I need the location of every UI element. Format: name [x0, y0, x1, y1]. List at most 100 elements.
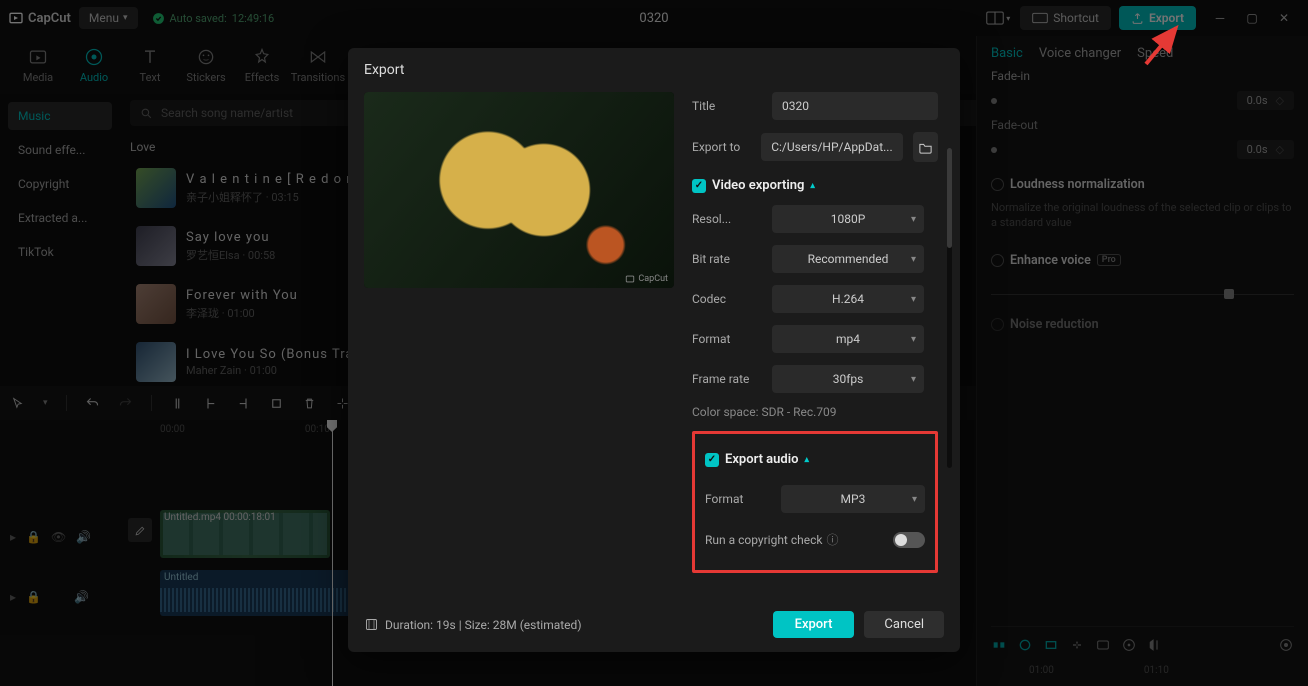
enhance-toggle[interactable]	[991, 254, 1004, 267]
rp-tab-speed[interactable]: Speed	[1137, 46, 1173, 61]
sidebar-item-extracted[interactable]: Extracted a...	[8, 204, 112, 232]
framerate-label: Frame rate	[692, 372, 762, 386]
fade-out-value[interactable]: 0.0s◇	[1237, 140, 1294, 159]
check-circle-icon	[152, 12, 165, 25]
slider-dot[interactable]	[991, 98, 997, 104]
rp-tab-voice[interactable]: Voice changer	[1039, 46, 1121, 61]
audio-format-label: Format	[705, 492, 771, 506]
slider-dot[interactable]	[991, 147, 997, 153]
song-subtitle: 李泽珑 · 01:00	[186, 305, 298, 321]
media-icon	[28, 47, 48, 67]
tool-icon[interactable]	[1043, 637, 1059, 653]
bitrate-select[interactable]: Recommended	[772, 245, 924, 273]
export-audio-section[interactable]: ✓Export audio▴	[705, 452, 925, 467]
browse-folder-button[interactable]	[913, 132, 938, 162]
rp-tab-basic[interactable]: Basic	[991, 46, 1023, 61]
sidebar-item-music[interactable]: Music	[8, 102, 112, 130]
menu-button[interactable]: Menu▾	[79, 7, 138, 29]
export-button[interactable]: Export	[1119, 6, 1196, 30]
video-clip[interactable]: Untitled.mp4 00:00:18:01	[160, 510, 330, 558]
video-export-checkbox[interactable]: ✓	[692, 179, 706, 193]
crop-icon[interactable]	[269, 396, 284, 411]
minimize-button[interactable]: ─	[1204, 4, 1236, 32]
project-title[interactable]: 0320	[639, 11, 668, 26]
enhance-slider[interactable]	[991, 294, 1294, 295]
song-thumbnail	[136, 226, 176, 266]
audio-track-controls: ▸ 🔒 🔊	[10, 590, 89, 604]
codec-label: Codec	[692, 292, 762, 306]
codec-select[interactable]: H.264	[772, 285, 924, 313]
fade-out-label: Fade-out	[991, 118, 1294, 132]
fade-in-value[interactable]: 0.0s◇	[1237, 91, 1294, 110]
modal-title: Export	[348, 48, 960, 92]
format-select[interactable]: mp4	[772, 325, 924, 353]
stickers-icon	[196, 47, 216, 67]
song-subtitle: 亲子小姐释怀了 · 03:15	[186, 189, 375, 205]
pointer-icon[interactable]	[10, 396, 25, 411]
mute-icon[interactable]: 🔊	[74, 590, 89, 604]
bitrate-label: Bit rate	[692, 252, 762, 266]
exportto-path[interactable]: C:/Users/HP/AppDat...	[761, 133, 902, 161]
tool-icon[interactable]	[1069, 637, 1085, 653]
record-icon[interactable]	[1278, 637, 1294, 653]
modal-export-button[interactable]: Export	[773, 611, 855, 638]
audio-format-select[interactable]: MP3	[781, 485, 925, 513]
song-title: Forever with You	[186, 288, 298, 303]
undo-icon[interactable]	[85, 396, 100, 411]
split-icon[interactable]	[170, 396, 185, 411]
video-exporting-section[interactable]: ✓Video exporting▴	[692, 178, 938, 193]
loudness-toggle[interactable]	[991, 178, 1004, 191]
playhead[interactable]	[332, 420, 333, 686]
export-modal: Export CapCut Title0320 Export toC:/User…	[348, 48, 960, 652]
song-title: I Love You So (Bonus Track)	[186, 347, 374, 362]
tab-media[interactable]: Media	[10, 36, 66, 94]
collapse-icon[interactable]: ▸	[10, 530, 16, 544]
info-icon[interactable]: ⓘ	[826, 531, 838, 548]
tool-icon[interactable]	[1095, 637, 1111, 653]
audio-icon	[84, 47, 104, 67]
sidebar-item-tiktok[interactable]: TikTok	[8, 238, 112, 266]
properties-panel: Basic Voice changer Speed Fade-in 0.0s◇ …	[976, 36, 1308, 686]
lock-icon[interactable]: 🔒	[26, 530, 41, 544]
audio-export-checkbox[interactable]: ✓	[705, 453, 719, 467]
delete-icon[interactable]	[302, 396, 317, 411]
layout-button[interactable]: ▾	[984, 6, 1012, 30]
collapse-icon[interactable]: ▸	[10, 590, 16, 604]
trim-right-icon[interactable]	[236, 396, 251, 411]
title-input[interactable]: 0320	[772, 92, 938, 120]
noise-toggle[interactable]	[991, 318, 1004, 331]
time-mark: 01:10	[1144, 665, 1169, 676]
tab-text[interactable]: Text	[122, 36, 178, 94]
sidebar-item-sound-effects[interactable]: Sound effe...	[8, 136, 112, 164]
modal-cancel-button[interactable]: Cancel	[864, 611, 944, 638]
framerate-select[interactable]: 30fps	[772, 365, 924, 393]
sidebar-item-copyright[interactable]: Copyright	[8, 170, 112, 198]
tab-transitions[interactable]: Transitions	[290, 36, 346, 94]
maximize-button[interactable]: ▢	[1236, 4, 1268, 32]
tab-effects[interactable]: Effects	[234, 36, 290, 94]
copyright-label: Run a copyright check	[705, 533, 822, 547]
keyboard-icon	[1032, 12, 1048, 24]
tool-icon[interactable]	[1121, 637, 1137, 653]
close-button[interactable]: ✕	[1268, 4, 1300, 32]
resolution-select[interactable]: 1080P	[772, 205, 924, 233]
tool-icon[interactable]	[1147, 637, 1163, 653]
tool-icon[interactable]	[991, 637, 1007, 653]
film-icon	[364, 617, 379, 632]
modal-scrollbar[interactable]	[947, 148, 952, 468]
loudness-title: Loudness normalization	[1010, 177, 1145, 192]
export-icon	[1131, 12, 1144, 25]
mute-icon[interactable]: 🔊	[76, 530, 91, 544]
visibility-icon[interactable]: 👁	[51, 530, 66, 544]
clip-label: Untitled.mp4 00:00:18:01	[164, 512, 276, 523]
tab-stickers[interactable]: Stickers	[178, 36, 234, 94]
lock-icon[interactable]: 🔒	[26, 590, 41, 604]
shortcut-button[interactable]: Shortcut	[1020, 6, 1111, 30]
copyright-toggle[interactable]	[893, 532, 925, 548]
track-edit-button[interactable]	[128, 518, 152, 542]
tab-audio[interactable]: Audio	[66, 36, 122, 94]
export-preview: CapCut	[364, 92, 674, 288]
trim-left-icon[interactable]	[203, 396, 218, 411]
tool-icon[interactable]	[1017, 637, 1033, 653]
redo-icon[interactable]	[118, 396, 133, 411]
